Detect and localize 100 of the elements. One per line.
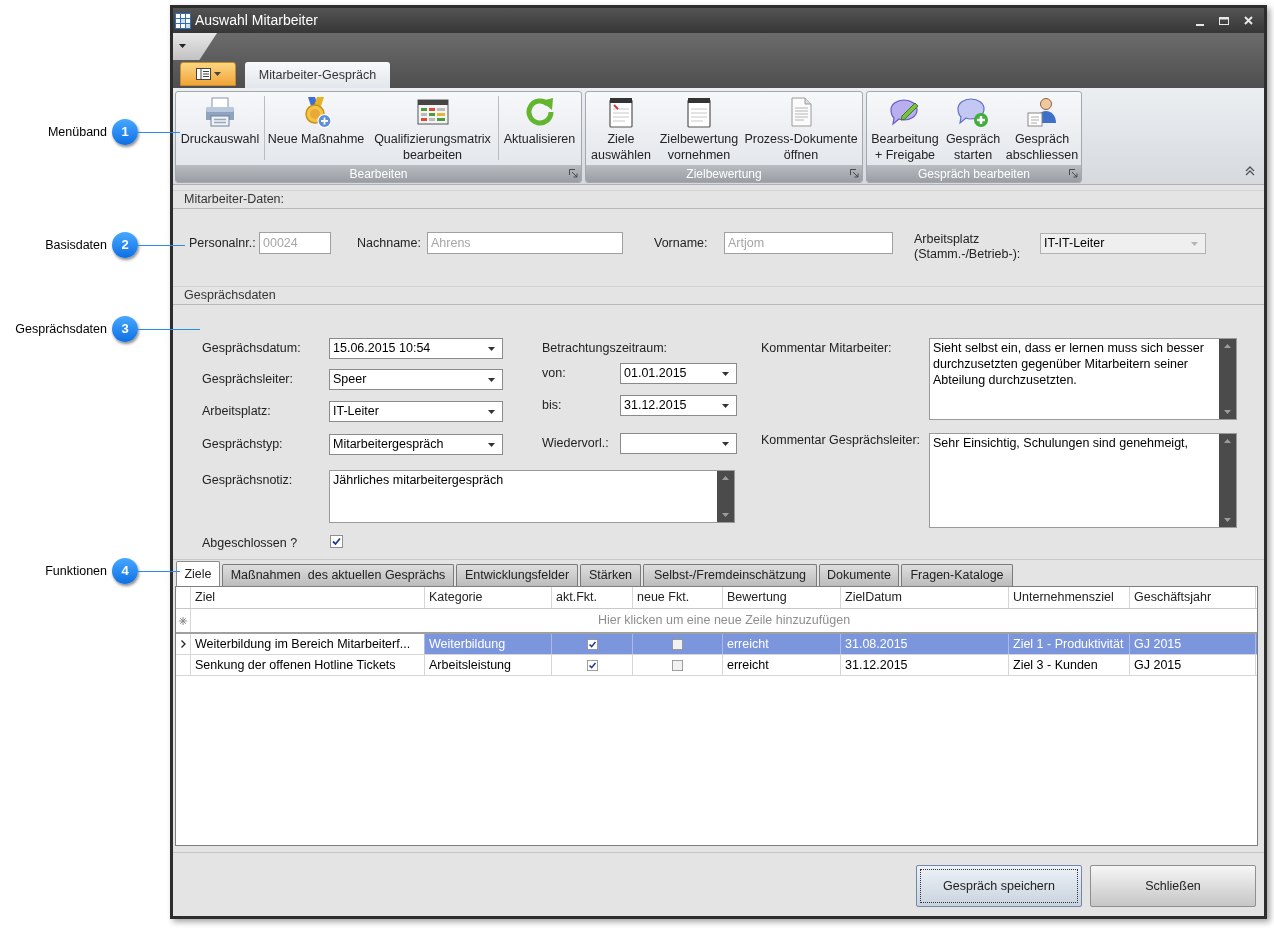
- dialog-launcher-icon: [850, 169, 859, 178]
- field-label: Nachname:: [357, 235, 421, 251]
- combo-box[interactable]: 01.01.2015: [620, 363, 737, 384]
- scroll-down-icon: [1224, 410, 1231, 414]
- maximize-icon: [1219, 16, 1229, 25]
- minimize-icon: [1196, 23, 1204, 26]
- column-header[interactable]: Unternehmensziel: [1009, 587, 1130, 608]
- table-cell: Senkung der offenen Hotline Tickets: [191, 655, 425, 675]
- caret-icon: [488, 409, 495, 414]
- grid-icon: [175, 12, 191, 29]
- scroll-down-icon: [722, 513, 729, 517]
- combo-box[interactable]: 15.06.2015 10:54: [329, 338, 503, 359]
- group-caption: Bearbeiten: [349, 165, 408, 182]
- field-label: Kommentar Mitarbeiter:: [761, 341, 892, 356]
- group-caption: Gespräch bearbeiten: [917, 165, 1031, 182]
- field-label: Vorname:: [654, 235, 708, 251]
- field-label: Gesprächsdatum:: [202, 341, 301, 356]
- dialog-button[interactable]: Schließen: [1090, 865, 1256, 907]
- ribbon-button[interactable]: Gespräch abschliessen: [1003, 96, 1081, 163]
- column-header[interactable]: Geschäftsjahr: [1130, 587, 1256, 608]
- field-label: bis:: [542, 398, 562, 413]
- column-header[interactable]: akt.Fkt.: [552, 587, 633, 608]
- scrollbar[interactable]: [1219, 434, 1236, 527]
- ribbon-button[interactable]: Ziele auswählen: [586, 96, 656, 163]
- caret-icon: [488, 346, 495, 351]
- group-caption: Zielbewertung: [686, 165, 762, 182]
- scroll-up-icon: [1224, 344, 1231, 348]
- scrollbar[interactable]: [717, 471, 734, 522]
- ribbon-button[interactable]: Druckauswahl: [176, 96, 264, 147]
- tab[interactable]: Selbst-/Fremdeinschätzung: [643, 564, 817, 586]
- tab[interactable]: Entwicklungsfelder: [456, 564, 578, 586]
- callout-number: 3: [112, 316, 138, 342]
- combo-box[interactable]: Mitarbeitergespräch: [329, 434, 503, 455]
- field-label: Gesprächsleiter:: [202, 372, 293, 387]
- scroll-down-icon: [1224, 518, 1231, 522]
- column-header[interactable]: ZielDatum: [841, 587, 1009, 608]
- application-menu-button[interactable]: [180, 62, 236, 86]
- ribbon-button[interactable]: Gespräch starten: [943, 96, 1003, 163]
- ribbon-button[interactable]: Qualifizierungsmatrix bearbeiten: [367, 96, 498, 163]
- combo-box[interactable]: IT-Leiter: [329, 401, 503, 422]
- column-header[interactable]: Kategorie: [425, 587, 552, 608]
- combo-box[interactable]: 31.12.2015: [620, 395, 737, 416]
- table-row[interactable]: Senkung der offenen Hotline Tickets Arbeitsleistung erreicht 31.12.2015 Ziel 3 - Kunden GJ 2015: [176, 655, 1257, 676]
- caret-icon: [488, 377, 495, 382]
- column-header[interactable]: neue Fkt.: [633, 587, 723, 608]
- checkbox[interactable]: [586, 638, 598, 650]
- callout-label: Gesprächsdaten: [15, 320, 107, 338]
- new-row-icon: [179, 616, 187, 625]
- table-cell: GJ 2015: [1130, 655, 1256, 675]
- dialog-launcher-icon: [1069, 169, 1078, 178]
- ribbon-button[interactable]: Aktualisieren: [499, 96, 580, 147]
- tab[interactable]: Maßnahmen des aktuellen Gesprächs: [222, 564, 454, 586]
- ribbon-button[interactable]: Zielbewertung vornehmen: [656, 96, 742, 163]
- leader-line: [138, 244, 185, 246]
- refresh-icon: [523, 96, 556, 128]
- caret-icon: [488, 442, 495, 447]
- combo-box[interactable]: [620, 433, 737, 454]
- ribbon-button[interactable]: Bearbeitung + Freigabe: [867, 96, 943, 163]
- field-label: Gesprächstyp:: [202, 437, 283, 452]
- scrollbar[interactable]: [1219, 339, 1236, 419]
- memo-field[interactable]: Jährliches mitarbeitergespräch: [329, 470, 735, 523]
- leader-line: [138, 131, 180, 133]
- checkbox[interactable]: [672, 659, 683, 671]
- caret-icon: [213, 72, 221, 76]
- field-label: von:: [542, 366, 566, 381]
- memo-field[interactable]: Sieht selbst ein, dass er lernen muss sich besser durchzusetzten gegenüber Mitarbeitern seiner Abteilung durchzusetzten.: [929, 338, 1237, 420]
- tab[interactable]: Ziele: [176, 561, 220, 586]
- printer-icon: [204, 96, 236, 128]
- dialog-button[interactable]: Gespräch speichern: [916, 865, 1082, 907]
- table-cell: erreicht: [723, 634, 841, 654]
- quick-access-button[interactable]: [173, 33, 217, 60]
- table-cell: Ziel 1 - Produktivität: [1009, 634, 1130, 654]
- table-row[interactable]: Weiterbildung im Bereich Mitarbeiterf... Weiterbildung erreicht 31.08.2015 Ziel 1 - Produktivität GJ 2015: [176, 634, 1257, 655]
- field-label: Betrachtungszeitraum:: [542, 341, 668, 356]
- ribbon-button[interactable]: Neue Maßnahme: [265, 96, 367, 147]
- column-header[interactable]: Ziel: [191, 587, 425, 608]
- person-document-icon: [1026, 96, 1058, 128]
- leader-line: [138, 328, 200, 330]
- checkbox[interactable]: [330, 535, 343, 548]
- caret-icon: [722, 371, 729, 376]
- column-header[interactable]: Bewertung: [723, 587, 841, 608]
- ribbon-tab[interactable]: Mitarbeiter-Gespräch: [245, 62, 390, 88]
- checkbox[interactable]: [672, 638, 683, 650]
- callout-label: Funktionen: [45, 562, 107, 580]
- combo-box[interactable]: Speer: [329, 369, 503, 390]
- memo-field[interactable]: Sehr Einsichtig, Schulungen sind genehmeigt,: [929, 433, 1237, 528]
- tab[interactable]: Dokumente: [819, 564, 899, 586]
- tab[interactable]: Stärken: [580, 564, 641, 586]
- callout-label: Basisdaten: [45, 236, 107, 254]
- ribbon-button[interactable]: Prozess-Dokumente öffnen: [742, 96, 860, 163]
- checkbox[interactable]: [586, 659, 598, 671]
- table-cell: 31.12.2015: [841, 655, 1009, 675]
- field-label: Kommentar Gesprächsleiter:: [761, 433, 921, 448]
- scroll-up-icon: [1224, 439, 1231, 443]
- tab[interactable]: Fragen-Kataloge: [901, 564, 1013, 586]
- table-cell: Weiterbildung im Bereich Mitarbeiterf...: [191, 634, 425, 654]
- field-label: Wiedervorl.:: [542, 436, 609, 451]
- speech-bubble-plus-icon: [957, 96, 989, 128]
- panel-icon: [195, 68, 211, 80]
- row-pointer-icon: [180, 640, 186, 648]
